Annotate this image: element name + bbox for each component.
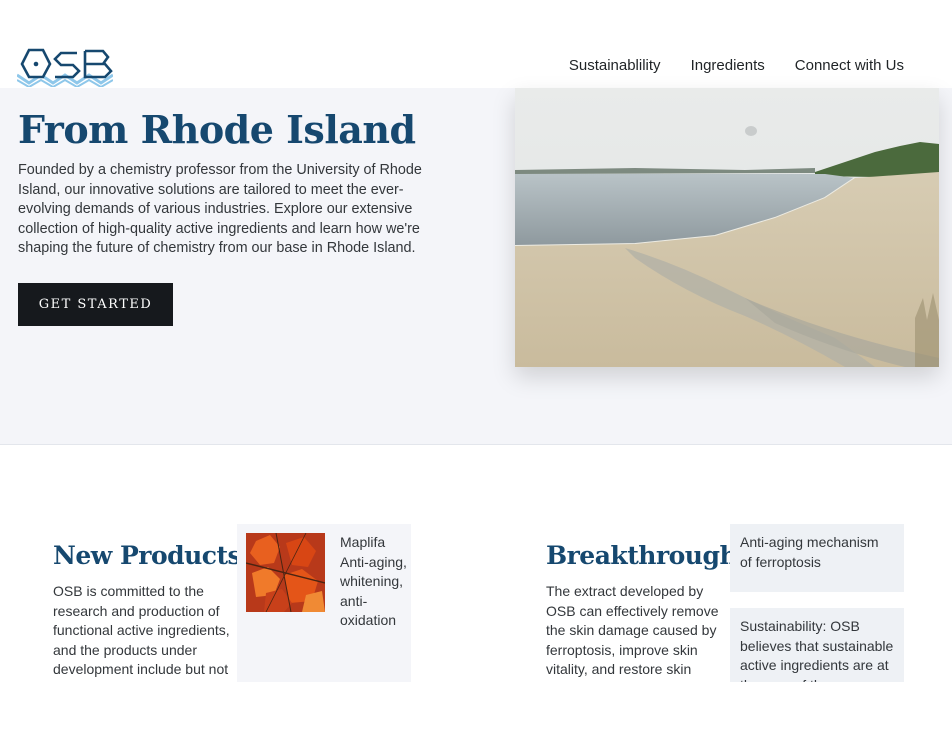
- nav-sustainability[interactable]: Sustainablility: [569, 57, 661, 74]
- new-products-title: New Products: [53, 541, 242, 570]
- product-thumbnail: [246, 533, 325, 612]
- get-started-button[interactable]: GET STARTED: [18, 283, 173, 326]
- red-maple-leaves-icon: [246, 533, 325, 612]
- product-card-text: Maplifa Anti-aging, whitening, anti-oxid…: [340, 534, 407, 629]
- product-card-maplifa[interactable]: Maplifa Anti-aging, whitening, anti-oxid…: [237, 524, 411, 682]
- main-nav: Sustainablility Ingredients Connect with…: [569, 57, 904, 74]
- hero-section: From Rhode Island Founded by a chemistry…: [0, 88, 952, 445]
- osb-logo-icon: [16, 48, 114, 89]
- nav-connect[interactable]: Connect with Us: [795, 57, 904, 74]
- breakthrough-title: Breakthrough: [546, 541, 738, 570]
- card-ferroptosis[interactable]: Anti-aging mechanism of ferroptosis: [730, 524, 904, 592]
- new-products-description: OSB is committed to the research and pro…: [53, 583, 230, 678]
- hero-description: Founded by a chemistry professor from th…: [18, 162, 422, 257]
- breakthrough-description: The extract developed by OSB can effecti…: [546, 583, 719, 678]
- beach-photo: [515, 88, 939, 367]
- card-sustainability[interactable]: Sustainability: OSB believes that sustai…: [730, 608, 904, 682]
- site-header: Sustainablility Ingredients Connect with…: [0, 0, 952, 89]
- hero-title: From Rhode Island: [18, 107, 416, 152]
- beach-shoreline-icon: [515, 88, 939, 367]
- nav-ingredients[interactable]: Ingredients: [691, 57, 765, 74]
- osb-logo[interactable]: [16, 45, 114, 89]
